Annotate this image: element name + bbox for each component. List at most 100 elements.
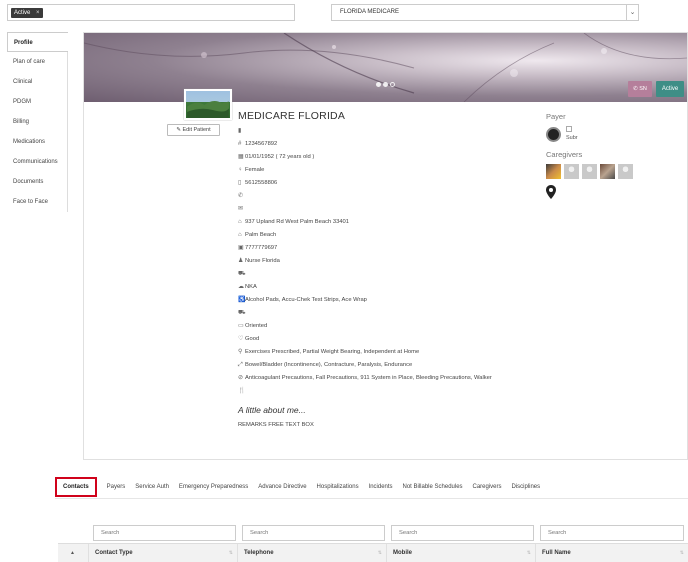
payer-select[interactable]: FLORIDA MEDICARE ⌄ [331,4,639,21]
tab-emergency-preparedness[interactable]: Emergency Preparedness [179,477,248,497]
chevron-down-icon[interactable]: ⌄ [626,5,638,20]
status-filter-tag-label: Active [14,10,31,16]
patient-name: MEDICARE FLORIDA [238,110,346,122]
detail-text: Anticoagulant Precautions, Fall Precauti… [245,375,492,381]
detail-row: ▦01/01/1952 ( 72 years old ) [238,151,538,164]
tab-advance-directive[interactable]: Advance Directive [258,477,306,497]
status-filter-tag: Active × [11,8,43,18]
mental-icon: ▭ [238,323,244,329]
nutrition-icon: 🍴 [238,388,246,394]
tab-payers[interactable]: Payers [107,477,126,497]
search-contact-type-input[interactable] [93,525,236,541]
detail-text: Bowel/Bladder (Incontinence), Contractur… [245,362,413,368]
caregiver-avatar[interactable] [546,164,561,179]
sidebar-item-profile[interactable]: Profile [7,32,68,52]
sort-icon: ⇅ [679,550,684,556]
sort-icon: ⇅ [228,550,233,556]
sidebar-item-medications[interactable]: Medications [7,132,67,152]
detail-row: ⛟ [238,268,538,281]
detail-row: ☁NKA [238,281,538,294]
sidebar-item-communications[interactable]: Communications [7,152,67,172]
detail-text: Good [245,336,260,342]
phone-icon: ✆ [238,193,244,199]
detail-row: ⊘ Anticoagulant Precautions, Fall Precaut… [238,372,538,385]
payer-label: Payer [546,112,566,121]
envelope-icon: ✉ [238,206,244,212]
detail-row: ♀ Female [238,164,538,177]
caregivers-label: Caregivers [546,150,583,159]
caregiver-avatar[interactable] [618,164,633,179]
patient-photo [184,89,232,120]
cart-icon: ⛟ [238,310,246,316]
activity-icon: ⚲ [238,349,243,355]
sidebar-item-plan-of-care[interactable]: Plan of care [7,52,67,72]
detail-row: ▮ [238,125,538,138]
carousel-dot[interactable] [376,82,381,87]
column-header-label: Contact Type [95,550,133,556]
search-mobile-input[interactable] [391,525,534,541]
user-icon: ♟ [238,258,244,264]
tab-hospitalizations[interactable]: Hospitalizations [317,477,359,497]
detail-row: ⚲ Exercises Prescribed, Partial Weight Be… [238,346,538,359]
detail-text: Female [245,167,265,173]
caregiver-avatar[interactable] [600,164,615,179]
tabs-divider [55,498,688,499]
tab-disciplines[interactable]: Disciplines [511,477,540,497]
caregiver-avatar[interactable] [582,164,597,179]
prognosis-icon: ♡ [238,336,244,342]
map-pin-icon[interactable] [546,185,556,199]
column-header-label: Full Name [542,550,571,556]
tab-incidents[interactable]: Incidents [369,477,393,497]
detail-text: Alcohol Pads, Accu-Chek Test Strips, Ace… [245,297,367,303]
column-header-mobile[interactable]: Mobile ⇅ [386,544,535,562]
carousel-dot[interactable] [383,82,388,87]
sidebar-item-billing[interactable]: Billing [7,112,67,132]
detail-row: ▭Oriented [238,320,538,333]
search-telephone-input[interactable] [242,525,385,541]
branches-decoration [84,33,687,102]
tab-not-billable-schedules[interactable]: Not Billable Schedules [403,477,463,497]
column-header-contact-type[interactable]: Contact Type ⇅ [88,544,237,562]
cart-icon: ⛟ [238,271,246,277]
detail-text: Palm Beach [245,232,277,238]
patient-tabs: Contacts Payers Service Auth Emergency P… [55,477,548,497]
sidebar-item-documents[interactable]: Documents [7,172,67,192]
status-filter-input[interactable]: Active × [7,4,295,21]
patient-details: ▮ #1234567892 ▦01/01/1952 ( 72 years old… [238,125,538,398]
bookmark-icon: ▮ [238,128,242,134]
detail-text: Oriented [245,323,268,329]
carousel-dot[interactable] [390,82,395,87]
tab-caregivers[interactable]: Caregivers [473,477,502,497]
sidebar-item-pdgm[interactable]: PDGM [7,92,67,112]
column-header-full-name[interactable]: Full Name ⇅ [535,544,688,562]
edit-icon: ✎ [176,127,181,133]
column-search-row [90,525,688,541]
sort-ascending-icon[interactable]: ▲ [70,544,75,562]
edit-patient-label: Edit Patient [182,127,211,133]
status-active-button[interactable]: Active [656,81,684,97]
detail-row: ▣7777779697 [238,242,538,255]
sn-discipline-button[interactable]: ✆ SN [628,81,652,97]
detail-row: ⛟ [238,307,538,320]
column-header-telephone[interactable]: Telephone ⇅ [237,544,386,562]
home-icon: ⌂ [238,219,242,225]
safety-icon: ⊘ [238,375,244,381]
edit-patient-button[interactable]: ✎ Edit Patient [167,124,220,136]
sidebar-item-face-to-face[interactable]: Face to Face [7,192,67,212]
tab-contacts[interactable]: Contacts [55,477,97,497]
county-icon: ⌂ [238,232,242,238]
tab-service-auth[interactable]: Service Auth [135,477,169,497]
allergy-icon: ☁ [238,284,244,290]
search-full-name-input[interactable] [540,525,684,541]
payer-logo-icon[interactable] [546,127,561,142]
hash-icon: # [238,141,242,147]
detail-text: Nurse Florida [245,258,280,264]
patient-profile-card: ✆ SN Active ✎ Edit Patient MEDICARE FLOR… [83,32,688,460]
column-header-label: Telephone [244,550,274,556]
remove-tag-icon[interactable]: × [36,10,40,16]
sort-icon: ⇅ [526,550,531,556]
sidebar-item-clinical[interactable]: Clinical [7,72,67,92]
caregiver-avatar[interactable] [564,164,579,179]
payer-image-alt: Subr [566,135,578,141]
phone-icon: ✆ [633,86,638,92]
